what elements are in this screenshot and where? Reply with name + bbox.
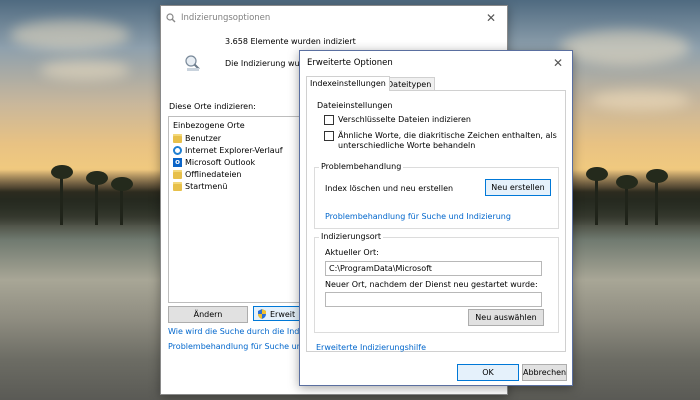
modify-button[interactable]: Ändern <box>168 306 248 323</box>
encrypted-files-checkbox[interactable] <box>324 115 334 125</box>
places-label: Diese Orte indizieren: <box>169 102 256 111</box>
new-location-field[interactable] <box>325 292 542 307</box>
list-item[interactable]: Startmenü <box>173 182 227 194</box>
current-location-field[interactable]: C:\ProgramData\Microsoft <box>325 261 542 276</box>
diacritics-label-line1: Ähnliche Worte, die diakritische Zeichen… <box>338 131 557 140</box>
file-settings-title: Dateieinstellungen <box>315 101 395 110</box>
list-item[interactable]: Benutzer <box>173 134 221 146</box>
dialog-title: Erweiterte Optionen <box>307 58 393 68</box>
troubleshoot-search-link[interactable]: Problembehandlung für Suche und Indizier… <box>325 212 511 221</box>
close-icon[interactable]: ✕ <box>550 55 566 71</box>
title-bar: Indizierungsoptionen ✕ <box>161 6 507 30</box>
close-icon[interactable]: ✕ <box>483 10 499 26</box>
index-location-group: Indizierungsort Aktueller Ort: C:\Progra… <box>314 232 559 333</box>
troubleshooting-title: Problembehandlung <box>319 162 404 171</box>
cancel-button[interactable]: Abbrechen <box>522 364 567 381</box>
folder-icon <box>173 170 182 179</box>
folder-icon <box>173 134 182 143</box>
outlook-icon: o <box>173 158 182 167</box>
indexing-status-icon <box>185 55 200 71</box>
advanced-options-dialog: Erweiterte Optionen ✕ Indexeinstellungen… <box>299 50 573 386</box>
rebuild-index-label: Index löschen und neu erstellen <box>325 184 454 193</box>
diacritics-label-line2: unterschiedliche Worte behandeln <box>338 141 476 150</box>
window-title: Indizierungsoptionen <box>181 13 271 23</box>
rebuild-button[interactable]: Neu erstellen <box>485 179 551 196</box>
file-settings-group: Dateieinstellungen Verschlüsselte Dateie… <box>314 101 557 150</box>
ok-button[interactable]: OK <box>457 364 519 381</box>
folder-icon <box>173 182 182 191</box>
current-location-label: Aktueller Ort: <box>325 248 379 257</box>
dialog-title-bar: Erweiterte Optionen ✕ <box>300 51 572 75</box>
list-item[interactable]: Offlinedateien <box>173 170 242 182</box>
indexing-options-icon <box>166 13 176 23</box>
indexed-count: 3.658 Elemente wurden indiziert <box>225 37 356 46</box>
encrypted-files-label: Verschlüsselte Dateien indizieren <box>338 115 471 124</box>
diacritics-checkbox[interactable] <box>324 131 334 141</box>
troubleshooting-group: Problembehandlung Index löschen und neu … <box>314 162 559 229</box>
places-column-header: Einbezogene Orte <box>173 121 245 130</box>
list-item[interactable]: Internet Explorer-Verlauf <box>173 146 283 158</box>
select-new-button[interactable]: Neu auswählen <box>468 309 544 326</box>
list-item[interactable]: o Microsoft Outlook <box>173 158 255 170</box>
index-settings-panel: Dateieinstellungen Verschlüsselte Dateie… <box>306 90 566 352</box>
internet-explorer-icon <box>173 146 182 155</box>
advanced-indexing-help-link[interactable]: Erweiterte Indizierungshilfe <box>316 343 426 352</box>
new-location-label: Neuer Ort, nachdem der Dienst neu gestar… <box>325 280 538 289</box>
tab-file-types[interactable]: Dateitypen <box>383 77 436 91</box>
tab-index-settings[interactable]: Indexeinstellungen <box>306 76 390 91</box>
shield-icon <box>258 309 266 319</box>
index-location-title: Indizierungsort <box>319 232 384 241</box>
